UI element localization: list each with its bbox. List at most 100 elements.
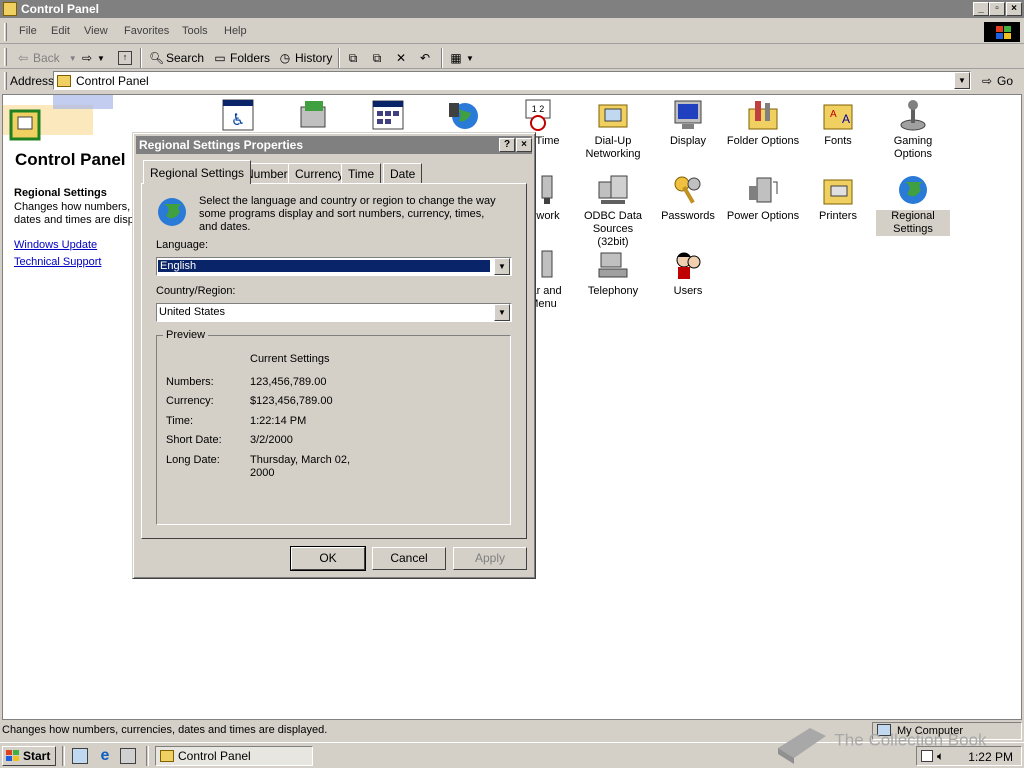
dialog-titlebar[interactable]: Regional Settings Properties ? ×	[136, 136, 532, 154]
copy-to-button[interactable]: ⧉	[370, 49, 384, 67]
restore-button[interactable]: ▫	[989, 2, 1005, 16]
cp-item-users[interactable]: Users	[651, 249, 725, 298]
cp-item-power-options[interactable]: Power Options	[726, 174, 800, 223]
chevron-down-icon[interactable]: ▼	[494, 258, 510, 275]
taskbar-button-control-panel[interactable]: Control Panel	[155, 746, 313, 766]
accessibility-icon: ♿	[222, 99, 254, 131]
cp-item-dialup-networking[interactable]: Dial-Up Networking	[576, 99, 650, 161]
cp-item-accessibility[interactable]: ♿	[201, 99, 275, 135]
preview-value-short-date: 3/2/2000	[250, 434, 293, 446]
undo-button[interactable]: ↶	[418, 49, 432, 67]
delete-button[interactable]: ✕	[394, 49, 408, 67]
window-titlebar[interactable]: Control Panel _ ▫ ×	[0, 0, 1024, 18]
forward-button[interactable]: ⇨ ▼	[80, 49, 105, 67]
cp-item-passwords[interactable]: Passwords	[651, 174, 725, 223]
internet-explorer-icon[interactable]: e	[96, 747, 114, 765]
cp-item-administrative-tools[interactable]	[351, 99, 425, 135]
chevron-down-icon[interactable]: ▼	[494, 304, 510, 321]
move-to-button[interactable]: ⧉	[346, 49, 360, 67]
ok-button[interactable]: OK	[290, 546, 366, 571]
minimize-button[interactable]: _	[973, 2, 989, 16]
svg-text:A: A	[830, 109, 837, 120]
menu-tools[interactable]: Tools	[182, 25, 208, 37]
tab-regional-settings[interactable]: Regional Settings	[143, 160, 252, 184]
cp-item-printers[interactable]: Printers	[801, 174, 875, 223]
cp-item-add-new-hardware[interactable]	[426, 99, 500, 135]
go-arrow-icon: ⇨	[981, 74, 993, 88]
language-label: Language:	[156, 239, 208, 251]
search-button[interactable]: 🔍︎ Search	[149, 49, 204, 67]
move-to-icon: ⧉	[348, 51, 358, 65]
forward-arrow-icon: ⇨	[81, 51, 93, 65]
windows-update-link[interactable]: Windows Update	[14, 239, 97, 251]
address-input[interactable]: Control Panel ▼	[53, 71, 971, 90]
history-label: History	[295, 51, 333, 65]
watermark: The Collection Book	[774, 718, 987, 764]
address-dropdown-button[interactable]: ▼	[954, 72, 970, 89]
technical-support-link[interactable]: Technical Support	[14, 256, 101, 268]
preview-label-long-date: Long Date:	[166, 454, 220, 466]
address-grip	[4, 72, 7, 90]
country-select[interactable]: United States ▼	[156, 303, 512, 322]
windows-logo-icon	[6, 750, 20, 762]
cp-item-gaming-options[interactable]: Gaming Options	[876, 99, 950, 161]
cp-item-regional-settings[interactable]: Regional Settings	[876, 174, 950, 236]
up-folder-button[interactable]: ↑	[118, 49, 132, 67]
country-label: Country/Region:	[156, 285, 236, 297]
cancel-button[interactable]: Cancel	[372, 547, 446, 570]
preview-value-currency: $123,456,789.00	[250, 395, 333, 407]
chevron-down-icon[interactable]: ▼	[97, 54, 105, 63]
cp-item-add-remove-programs[interactable]	[276, 99, 350, 135]
selected-item-description: Changes how numbers, c dates and times a…	[14, 201, 139, 226]
menu-help[interactable]: Help	[224, 25, 247, 37]
history-button[interactable]: ◷ History	[278, 49, 333, 67]
preview-group	[156, 335, 511, 525]
cp-item-label: Dial-Up Networking	[585, 135, 641, 160]
chevron-down-icon[interactable]: ▼	[69, 54, 77, 63]
tab-date[interactable]: Date	[383, 163, 423, 183]
preview-value-time: 1:22:14 PM	[250, 415, 307, 427]
toolbar-separator	[140, 48, 142, 68]
cp-item-odbc[interactable]: ODBC Data Sources (32bit)	[576, 174, 650, 249]
cp-item-label: Printers	[819, 210, 857, 222]
close-button[interactable]: ×	[1006, 2, 1022, 16]
preview-label-numbers: Numbers:	[166, 376, 214, 388]
views-button[interactable]: ▦ ▼	[449, 49, 474, 67]
selected-item-title: Regional Settings	[14, 187, 107, 199]
cp-item-fonts[interactable]: AA Fonts	[801, 99, 875, 148]
address-bar: Address Control Panel ▼ ⇨ Go	[0, 70, 1024, 92]
start-button[interactable]: Start	[2, 746, 56, 766]
taskbar-separator	[146, 746, 149, 766]
menu-edit[interactable]: Edit	[51, 25, 70, 37]
toolbar-separator	[338, 48, 340, 68]
display-icon	[672, 99, 704, 131]
show-desktop-icon[interactable]	[72, 748, 88, 764]
folder-options-icon	[747, 99, 779, 131]
cp-item-display[interactable]: Display	[651, 99, 725, 148]
chevron-down-icon[interactable]: ▼	[466, 54, 474, 63]
folders-button[interactable]: ▭ Folders	[213, 49, 270, 67]
menu-file[interactable]: File	[19, 25, 37, 37]
preview-header: Current Settings	[250, 353, 330, 365]
cp-item-label: Fonts	[824, 135, 852, 147]
go-button[interactable]: ⇨ Go	[980, 72, 1013, 90]
cp-item-telephony[interactable]: Telephony	[576, 249, 650, 298]
back-button[interactable]: ⇦ Back ▼	[16, 49, 77, 67]
cp-item-label: Power Options	[726, 210, 800, 222]
apply-button[interactable]: Apply	[453, 547, 527, 570]
cp-item-label: Telephony	[587, 285, 639, 297]
address-label: Address	[10, 74, 55, 88]
menu-view[interactable]: View	[84, 25, 108, 37]
copy-to-icon: ⧉	[372, 51, 382, 65]
dialog-close-button[interactable]: ×	[516, 138, 532, 152]
folders-label: Folders	[230, 51, 271, 65]
outlook-express-icon[interactable]	[120, 748, 136, 764]
taskbar-separator	[62, 746, 65, 766]
tab-time[interactable]: Time	[341, 163, 382, 183]
dialog-intro-text: Select the language and country or regio…	[199, 195, 496, 233]
folder-icon	[57, 75, 71, 87]
cp-item-folder-options[interactable]: Folder Options	[726, 99, 800, 148]
language-select[interactable]: English ▼	[156, 257, 512, 276]
menu-favorites[interactable]: Favorites	[124, 25, 169, 37]
help-button[interactable]: ?	[499, 138, 515, 152]
